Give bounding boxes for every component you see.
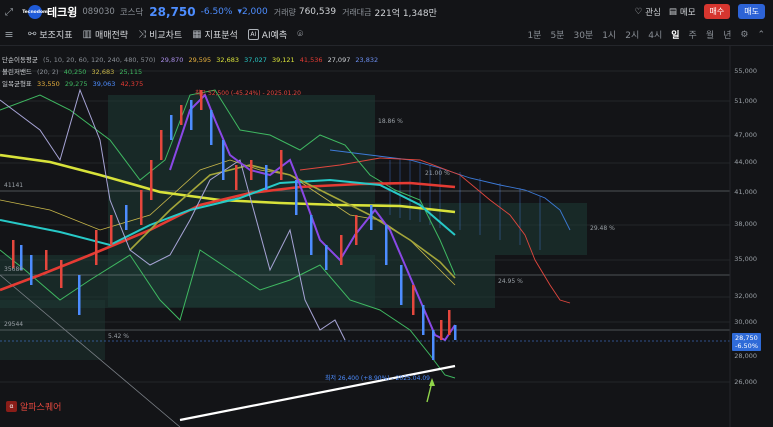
price-tag-value: 28,750	[735, 334, 758, 342]
level-35686-label: 35686	[4, 266, 24, 273]
level-41141-label: 41141	[4, 182, 24, 189]
low-annotation: 최저 26,400 (+8.90%) - 2025.04.09	[325, 375, 430, 382]
y-axis-label: 28,000	[734, 352, 757, 360]
bollinger-value: 40,250	[63, 68, 87, 76]
y-axis-label: 26,000	[734, 378, 757, 386]
ichimoku-value: 42,375	[120, 80, 144, 88]
sma-value: 32,683	[216, 56, 240, 64]
ichimoku-legend[interactable]: 일목균형표 33,550 29,275 39,063 42,375	[2, 78, 146, 88]
y-axis-label: 38,000	[734, 220, 757, 228]
price-chart[interactable]	[0, 0, 773, 427]
pct-2948-label: 29.48 %	[590, 225, 615, 232]
y-axis-label: 51,000	[734, 97, 757, 105]
watermark-text: 알파스퀘어	[20, 403, 62, 413]
sma-value: 41,536	[299, 56, 323, 64]
bollinger-legend[interactable]: 볼린저밴드 (20, 2) 40,250 32,683 25,115	[2, 66, 145, 76]
bollinger-value: 32,683	[91, 68, 115, 76]
alphasquare-logo-icon: α	[6, 401, 17, 412]
sma-legend-params: (5, 10, 20, 60, 120, 240, 480, 570)	[42, 56, 156, 64]
bollinger-legend-label: 볼린저밴드	[2, 68, 32, 76]
bollinger-value: 25,115	[119, 68, 143, 76]
bollinger-legend-params: (20, 2)	[36, 68, 59, 76]
y-axis-label: 35,000	[734, 255, 757, 263]
sma-legend-label: 단순이동평균	[2, 56, 38, 64]
ichimoku-value: 29,275	[64, 80, 88, 88]
current-price-tag: 28,750 -6.50%	[732, 333, 761, 351]
ichimoku-legend-label: 일목균형표	[2, 80, 32, 88]
y-axis-label: 55,000	[734, 67, 757, 75]
level-29544-label: 29544	[4, 321, 24, 328]
high-annotation: 최고 52,500 (-45.24%) - 2025.01.20	[195, 90, 301, 97]
price-tag-change: -6.50%	[735, 342, 758, 350]
y-axis-label: 32,000	[734, 292, 757, 300]
pct-2100-label: 21.00 %	[425, 170, 450, 177]
y-axis-label: 41,000	[734, 188, 757, 196]
ichimoku-value: 39,063	[92, 80, 116, 88]
sma-value: 37,027	[244, 56, 267, 64]
sma-value: 29,870	[160, 56, 184, 64]
sma-value: 23,832	[355, 56, 379, 64]
pct-2495-label: 24.95 %	[498, 278, 523, 285]
y-axis-label: 47,000	[734, 131, 757, 139]
alphasquare-watermark: α 알파스퀘어	[6, 400, 61, 413]
pct-542-label: 5.42 %	[108, 333, 129, 340]
sma-value: 29,595	[188, 56, 212, 64]
sma-value: 27,097	[327, 56, 351, 64]
pct-1886-label: 18.86 %	[378, 118, 403, 125]
y-axis-label: 30,000	[734, 318, 757, 326]
ichimoku-value: 33,550	[36, 80, 60, 88]
sma-legend[interactable]: 단순이동평균 (5, 10, 20, 60, 120, 240, 480, 57…	[2, 54, 381, 64]
y-axis-label: 44,000	[734, 158, 757, 166]
zone-box-2	[375, 203, 587, 255]
sma-value: 39,121	[271, 56, 295, 64]
